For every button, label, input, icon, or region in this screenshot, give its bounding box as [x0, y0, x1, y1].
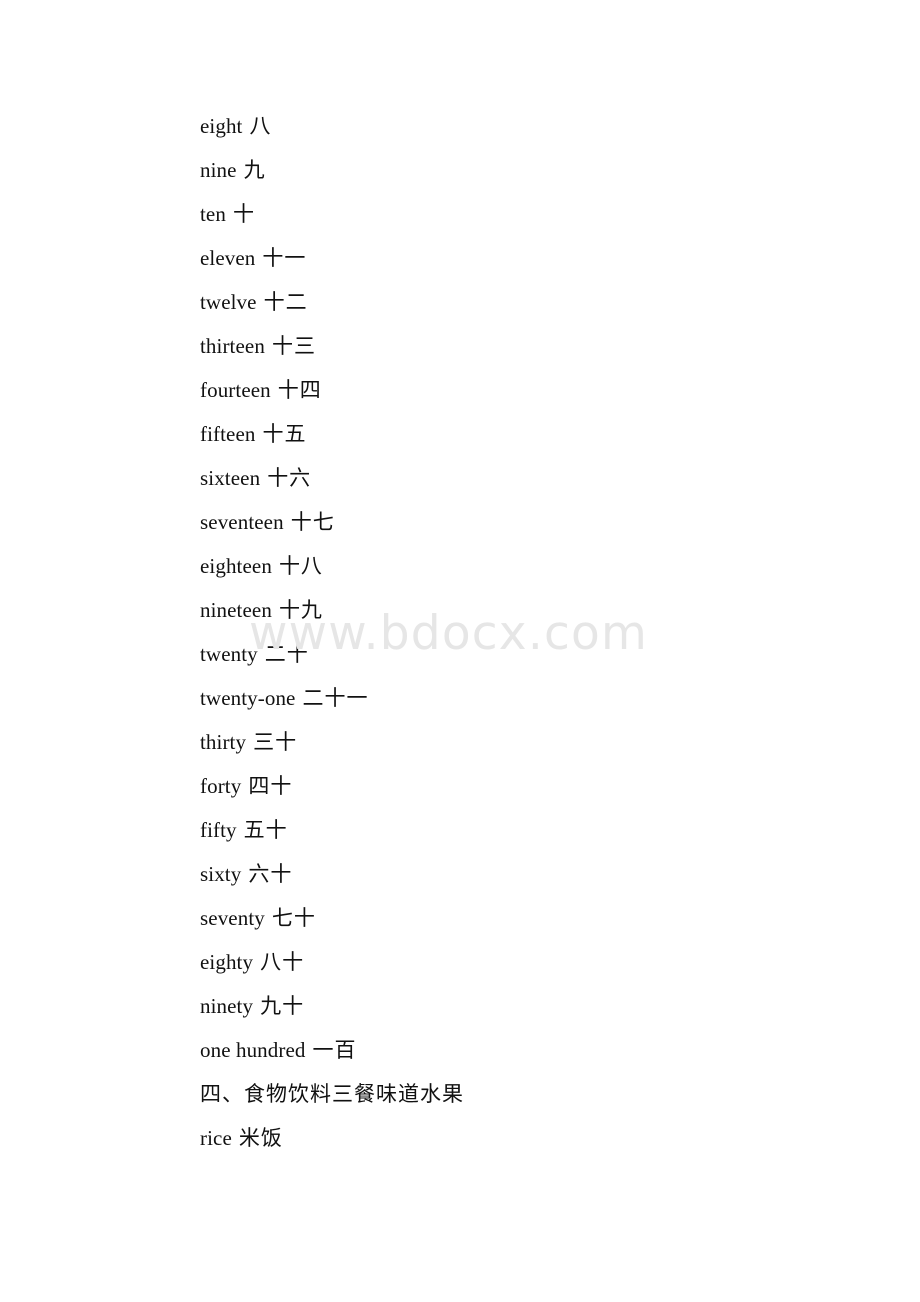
vocab-term-english: ten	[200, 202, 226, 226]
vocab-term-chinese: 一百	[312, 1038, 357, 1062]
vocab-term-english: thirty	[200, 730, 247, 754]
vocab-term-chinese: 七十	[271, 906, 316, 930]
vocab-term-english: sixteen	[200, 466, 261, 490]
vocab-term-english: nineteen	[200, 598, 272, 622]
vocab-term-english: one hundred	[200, 1038, 306, 1062]
vocab-line: eighteen 十八	[200, 544, 820, 588]
vocab-term-chinese: 十三	[271, 334, 316, 358]
vocab-line: sixteen 十六	[200, 456, 820, 500]
vocab-line: twelve 十二	[200, 280, 820, 324]
vocab-term-english: twelve	[200, 290, 257, 314]
vocab-line: seventeen 十七	[200, 500, 820, 544]
vocab-term-chinese: 四十	[248, 774, 293, 798]
vocab-term-english: thirteen	[200, 334, 265, 358]
vocab-term-english: sixty	[200, 862, 242, 886]
vocab-term-chinese: 十八	[278, 554, 323, 578]
vocab-term-chinese: 十九	[278, 598, 323, 622]
vocab-term-english: fourteen	[200, 378, 271, 402]
vocab-line: nine 九	[200, 148, 820, 192]
vocab-term-english: nine	[200, 158, 237, 182]
vocab-term-chinese: 六十	[248, 862, 293, 886]
vocab-line: eighty 八十	[200, 940, 820, 984]
vocab-term-english: twenty-one	[200, 686, 296, 710]
vocab-term-chinese: 五十	[243, 818, 288, 842]
vocab-term-english: fifteen	[200, 422, 256, 446]
vocab-line: seventy 七十	[200, 896, 820, 940]
vocab-term-english: rice	[200, 1126, 232, 1150]
vocab-line: eight 八	[200, 104, 820, 148]
vocab-term-english: eighty	[200, 950, 254, 974]
vocab-term-chinese: 十六	[267, 466, 312, 490]
vocab-line: thirty 三十	[200, 720, 820, 764]
vocab-line: fourteen 十四	[200, 368, 820, 412]
vocab-term-english: twenty	[200, 642, 258, 666]
vocab-line: one hundred 一百	[200, 1028, 820, 1072]
vocab-term-english: ninety	[200, 994, 254, 1018]
section-heading-text: 四、食物饮料三餐味道水果	[200, 1082, 464, 1106]
vocab-term-chinese: 三十	[253, 730, 298, 754]
vocab-term-chinese: 八	[249, 114, 272, 138]
vocab-line: ten 十	[200, 192, 820, 236]
vocab-line: eleven 十一	[200, 236, 820, 280]
vocab-term-chinese: 二十	[264, 642, 309, 666]
vocab-line: sixty 六十	[200, 852, 820, 896]
vocab-line: twenty 二十	[200, 632, 820, 676]
vocab-term-english: seventy	[200, 906, 265, 930]
vocab-term-chinese: 十四	[277, 378, 322, 402]
vocab-term-english: seventeen	[200, 510, 284, 534]
vocab-term-chinese: 八十	[260, 950, 305, 974]
vocab-line: fifty 五十	[200, 808, 820, 852]
vocab-term-chinese: 十七	[290, 510, 335, 534]
vocab-term-english: eighteen	[200, 554, 272, 578]
vocab-term-chinese: 二十一	[302, 686, 369, 710]
vocab-term-english: eleven	[200, 246, 256, 270]
vocab-line: fifteen 十五	[200, 412, 820, 456]
vocab-line: thirteen 十三	[200, 324, 820, 368]
vocab-term-chinese: 十一	[262, 246, 307, 270]
vocab-term-chinese: 九十	[260, 994, 305, 1018]
vocab-term-chinese: 十	[232, 202, 255, 226]
vocab-term-english: eight	[200, 114, 243, 138]
document-text-body: eight 八 nine 九 ten 十 eleven 十一 twelve 十二 thirteen 十…	[200, 104, 820, 1160]
document-page: eight 八 nine 九 ten 十 eleven 十一 twelve 十二 thirteen 十…	[0, 0, 920, 1302]
vocab-term-english: fifty	[200, 818, 237, 842]
vocab-term-chinese: 十五	[262, 422, 307, 446]
section-heading: 四、食物饮料三餐味道水果	[200, 1072, 820, 1116]
vocab-line: forty 四十	[200, 764, 820, 808]
vocab-line: rice 米饭	[200, 1116, 820, 1160]
vocab-term-chinese: 十二	[263, 290, 308, 314]
vocab-term-chinese: 九	[243, 158, 266, 182]
vocab-line: twenty-one 二十一	[200, 676, 820, 720]
vocab-line: ninety 九十	[200, 984, 820, 1028]
vocab-term-chinese: 米饭	[238, 1126, 283, 1150]
vocab-term-english: forty	[200, 774, 242, 798]
vocab-line: nineteen 十九	[200, 588, 820, 632]
